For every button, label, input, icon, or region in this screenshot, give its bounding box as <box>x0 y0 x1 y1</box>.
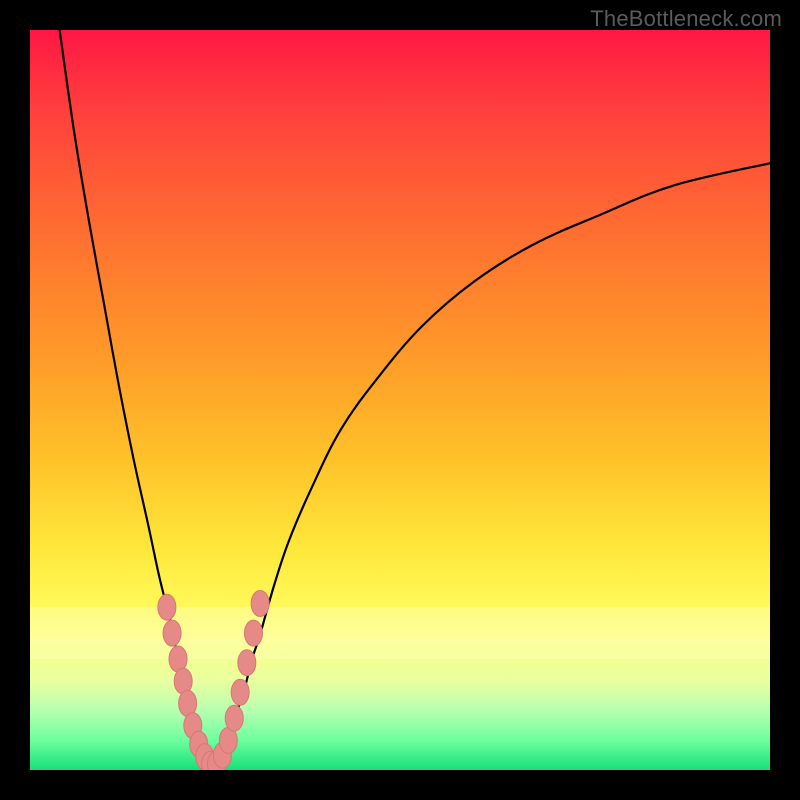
curve-layer <box>60 30 770 770</box>
marker-bead <box>225 705 243 731</box>
marker-layer <box>158 591 269 771</box>
marker-bead <box>251 591 269 617</box>
marker-bead <box>231 679 249 705</box>
marker-bead <box>238 650 256 676</box>
marker-bead <box>244 620 262 646</box>
plot-area <box>30 30 770 770</box>
marker-bead <box>158 594 176 620</box>
left-branch-path <box>60 30 215 770</box>
right-branch-path <box>215 163 770 770</box>
chart-svg <box>30 30 770 770</box>
outer-frame: TheBottleneck.com <box>0 0 800 800</box>
marker-bead <box>163 620 181 646</box>
watermark-label: TheBottleneck.com <box>590 6 782 32</box>
